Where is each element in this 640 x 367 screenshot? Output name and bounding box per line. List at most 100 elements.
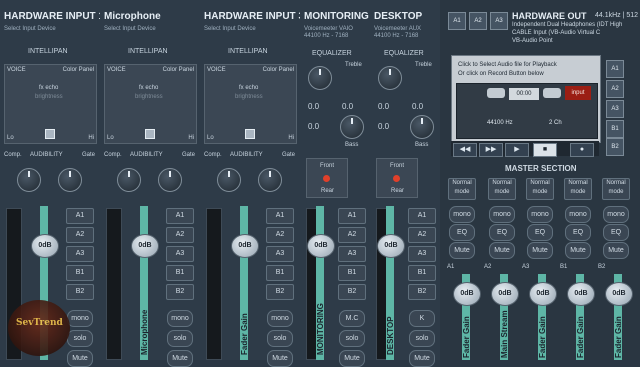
normal-mode-b1[interactable]: Normal mode — [564, 178, 592, 200]
btn-b1[interactable]: B1 — [338, 265, 366, 281]
pan-handle[interactable] — [245, 129, 255, 139]
comp-knob[interactable] — [117, 168, 141, 192]
mono-button[interactable]: mono — [67, 310, 93, 327]
btn-a1[interactable]: A1 — [66, 208, 94, 224]
mono-button[interactable]: mono — [267, 310, 293, 327]
surround-pad[interactable]: Front Rear — [306, 158, 348, 198]
solo-button[interactable]: solo — [267, 330, 293, 347]
mute-b1[interactable]: Mute — [565, 242, 591, 259]
eq-b1[interactable]: EQ — [565, 224, 591, 241]
btn-b1[interactable]: B1 — [266, 265, 294, 281]
play-button[interactable]: ▶ — [505, 143, 529, 157]
btn-a3[interactable]: A3 — [66, 246, 94, 262]
eq-b2[interactable]: EQ — [603, 224, 629, 241]
strip-title[interactable]: DESKTOP — [374, 11, 422, 22]
tape-b1[interactable]: B1 — [606, 120, 624, 138]
btn-b2[interactable]: B2 — [338, 284, 366, 300]
btn-a3[interactable]: A3 — [266, 246, 294, 262]
fader-knob[interactable]: 0dB — [231, 234, 259, 258]
position-dot[interactable] — [323, 175, 330, 182]
eq-a2[interactable]: EQ — [489, 224, 515, 241]
surround-pad[interactable]: Front Rear — [376, 158, 418, 198]
mute-button[interactable]: Mute — [67, 350, 93, 367]
btn-a1[interactable]: A1 — [266, 208, 294, 224]
mono-a1[interactable]: mono — [449, 206, 475, 223]
btn-a2[interactable]: A2 — [266, 227, 294, 243]
tape-a2[interactable]: A2 — [606, 80, 624, 98]
stop-button[interactable]: ■ — [533, 143, 557, 157]
bass-knob[interactable] — [340, 115, 364, 139]
mute-a3[interactable]: Mute — [527, 242, 553, 259]
gate-knob[interactable] — [158, 168, 182, 192]
btn-b2[interactable]: B2 — [166, 284, 194, 300]
btn-a2[interactable]: A2 — [166, 227, 194, 243]
normal-mode-b2[interactable]: Normal mode — [602, 178, 630, 200]
mc-button[interactable]: M.C — [339, 310, 365, 327]
k-button[interactable]: K — [409, 310, 435, 327]
eq-a1[interactable]: EQ — [449, 224, 475, 241]
master-fader-a2[interactable]: 0dB — [491, 282, 519, 306]
btn-b1[interactable]: B1 — [166, 265, 194, 281]
strip-title[interactable]: MONITORING — [304, 11, 369, 22]
btn-a1[interactable]: A1 — [408, 208, 436, 224]
mid-knob[interactable] — [308, 66, 332, 90]
mute-a1[interactable]: Mute — [449, 242, 475, 259]
pan-handle[interactable] — [45, 129, 55, 139]
gate-knob[interactable] — [58, 168, 82, 192]
normal-mode-a3[interactable]: Normal mode — [526, 178, 554, 200]
hw-out-line2[interactable]: CABLE Input (VB-Audio Virtual C — [512, 30, 600, 36]
fader-knob[interactable]: 0dB — [307, 234, 335, 258]
strip-title[interactable]: Microphone — [104, 11, 161, 22]
out-select-a2[interactable]: A2 — [469, 12, 487, 30]
pan-handle[interactable] — [145, 129, 155, 139]
out-select-a1[interactable]: A1 — [448, 12, 466, 30]
mono-button[interactable]: mono — [167, 310, 193, 327]
eq-a3[interactable]: EQ — [527, 224, 553, 241]
mute-a2[interactable]: Mute — [489, 242, 515, 259]
strip-device[interactable]: Select Input Device — [104, 26, 156, 32]
mono-b2[interactable]: mono — [603, 206, 629, 223]
btn-a2[interactable]: A2 — [408, 227, 436, 243]
btn-a2[interactable]: A2 — [66, 227, 94, 243]
fader-knob[interactable]: 0dB — [131, 234, 159, 258]
mute-button[interactable]: Mute — [409, 350, 435, 367]
mono-a3[interactable]: mono — [527, 206, 553, 223]
bass-knob[interactable] — [410, 115, 434, 139]
btn-a3[interactable]: A3 — [166, 246, 194, 262]
master-fader-b2[interactable]: 0dB — [605, 282, 633, 306]
btn-b2[interactable]: B2 — [266, 284, 294, 300]
btn-b1[interactable]: B1 — [66, 265, 94, 281]
hw-out-line1[interactable]: Independent Dual Headphones (IDT High — [512, 22, 622, 28]
mono-b1[interactable]: mono — [565, 206, 591, 223]
mute-button[interactable]: Mute — [167, 350, 193, 367]
comp-knob[interactable] — [217, 168, 241, 192]
intellipan-pad[interactable]: VOICE Color Panel fx echo brightness Lo … — [204, 64, 297, 144]
comp-knob[interactable] — [17, 168, 41, 192]
tape-b2[interactable]: B2 — [606, 138, 624, 156]
solo-button[interactable]: solo — [409, 330, 435, 347]
btn-a3[interactable]: A3 — [338, 246, 366, 262]
master-fader-a1[interactable]: 0dB — [453, 282, 481, 306]
mute-button[interactable]: Mute — [267, 350, 293, 367]
solo-button[interactable]: solo — [67, 330, 93, 347]
intellipan-pad[interactable]: VOICE Color Panel fx echo brightness Lo … — [4, 64, 97, 144]
normal-mode-a2[interactable]: Normal mode — [488, 178, 516, 200]
hw-out-line3[interactable]: VB-Audio Point — [512, 38, 553, 44]
input-button[interactable]: input — [565, 86, 591, 100]
rewind-button[interactable]: ◀◀ — [453, 143, 477, 157]
btn-a1[interactable]: A1 — [338, 208, 366, 224]
strip-device[interactable]: Select Input Device — [4, 26, 56, 32]
btn-a2[interactable]: A2 — [338, 227, 366, 243]
cassette-recorder[interactable]: Click to Select Audio file for Playback … — [451, 55, 601, 143]
mute-button[interactable]: Mute — [339, 350, 365, 367]
position-dot[interactable] — [393, 175, 400, 182]
strip-title[interactable]: HARDWARE INPUT 3 — [204, 11, 304, 22]
record-button[interactable]: ● — [570, 143, 594, 157]
solo-button[interactable]: solo — [339, 330, 365, 347]
btn-b2[interactable]: B2 — [408, 284, 436, 300]
strip-title[interactable]: HARDWARE INPUT 1 — [4, 11, 104, 22]
strip-device[interactable]: Select Input Device — [204, 26, 256, 32]
solo-button[interactable]: solo — [167, 330, 193, 347]
tape-a3[interactable]: A3 — [606, 100, 624, 118]
master-fader-b1[interactable]: 0dB — [567, 282, 595, 306]
